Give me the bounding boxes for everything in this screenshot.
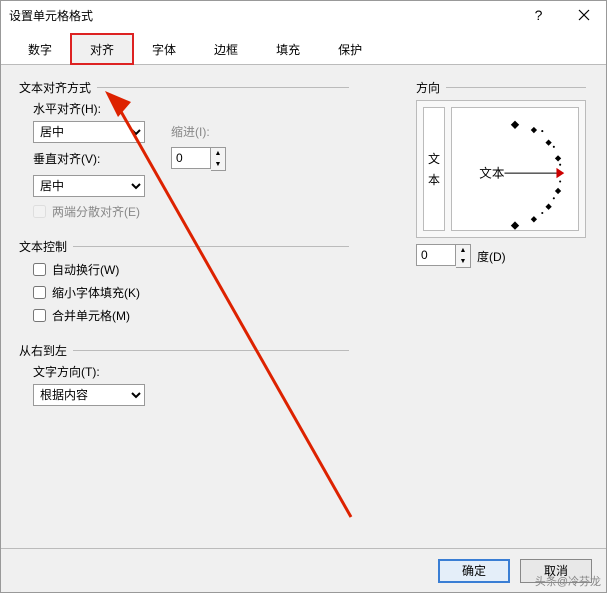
horizontal-align-label: 水平对齐(H): [33,100,349,117]
vtext-char1: 文 [428,150,440,167]
shrink-row[interactable]: 缩小字体填充(K) [33,284,349,301]
watermark: 头条@冷芬龙 [535,573,601,589]
wrap-text-checkbox[interactable] [33,263,46,276]
indent-down[interactable]: ▼ [211,159,225,170]
vertical-text-button[interactable]: 文 本 [423,107,445,231]
help-button[interactable]: ? [516,1,561,29]
dialog-title: 设置单元格格式 [9,7,93,24]
group-title-rtl: 从右到左 [19,342,349,359]
group-title-alignment: 文本对齐方式 [19,79,349,96]
tab-number[interactable]: 数字 [9,34,71,65]
ok-button[interactable]: 确定 [438,559,510,583]
indent-label: 缩进(I): [171,123,210,140]
text-alignment-group: 文本对齐方式 水平对齐(H): 居中 缩进(I): 垂直对齐(V): [19,79,349,226]
svg-text:文本: 文本 [479,166,505,180]
degree-up[interactable]: ▲ [456,245,470,256]
rtl-group: 从右到左 文字方向(T): 根据内容 [19,342,349,410]
tab-border[interactable]: 边框 [195,34,257,65]
tab-content: 文本对齐方式 水平对齐(H): 居中 缩进(I): 垂直对齐(V): [1,65,606,548]
tab-font[interactable]: 字体 [133,34,195,65]
merge-row[interactable]: 合并单元格(M) [33,307,349,324]
distributed-label: 两端分散对齐(E) [52,203,140,220]
horizontal-align-select[interactable]: 居中 [33,121,145,143]
close-button[interactable] [561,1,606,29]
tab-bar: 数字 对齐 字体 边框 填充 保护 [1,33,606,65]
text-direction-select[interactable]: 根据内容 [33,384,145,406]
group-title-orientation: 方向 [416,79,586,96]
vertical-align-label: 垂直对齐(V): [33,150,145,167]
merge-label: 合并单元格(M) [52,307,130,324]
text-direction-label: 文字方向(T): [33,363,349,380]
indent-spin[interactable]: ▲ ▼ [171,147,226,171]
degree-row: ▲ ▼ 度(D) [416,244,586,268]
orientation-box: 文 本 文本 [416,100,586,238]
orientation-dial[interactable]: 文本 [451,107,579,231]
dialog-footer: 确定 取消 头条@冷芬龙 [1,548,606,592]
distributed-checkbox-row: 两端分散对齐(E) [33,203,349,220]
format-cells-dialog: 设置单元格格式 ? 数字 对齐 字体 边框 填充 保护 文本对齐方式 水平对齐(… [0,0,607,593]
tab-fill[interactable]: 填充 [257,34,319,65]
orientation-group: 方向 文 本 文本 [416,79,586,268]
vtext-char2: 本 [428,171,440,188]
wrap-text-row[interactable]: 自动换行(W) [33,261,349,278]
tab-protection[interactable]: 保护 [319,34,381,65]
left-column: 文本对齐方式 水平对齐(H): 居中 缩进(I): 垂直对齐(V): [19,79,349,410]
text-control-group: 文本控制 自动换行(W) 缩小字体填充(K) 合并单元格(M) [19,238,349,330]
group-title-text-control: 文本控制 [19,238,349,255]
degree-down[interactable]: ▼ [456,256,470,267]
window-buttons: ? [516,1,606,29]
indent-up[interactable]: ▲ [211,148,225,159]
degree-input[interactable] [416,244,456,266]
shrink-checkbox[interactable] [33,286,46,299]
merge-checkbox[interactable] [33,309,46,322]
title-bar: 设置单元格格式 ? [1,1,606,29]
close-icon [578,9,590,21]
distributed-checkbox [33,205,46,218]
indent-input[interactable] [171,147,211,169]
tab-alignment[interactable]: 对齐 [71,34,133,65]
degree-label: 度(D) [477,248,506,265]
degree-spin[interactable]: ▲ ▼ [416,244,471,268]
wrap-text-label: 自动换行(W) [52,261,119,278]
shrink-label: 缩小字体填充(K) [52,284,140,301]
vertical-align-select[interactable]: 居中 [33,175,145,197]
dial-icon: 文本 [452,108,578,231]
